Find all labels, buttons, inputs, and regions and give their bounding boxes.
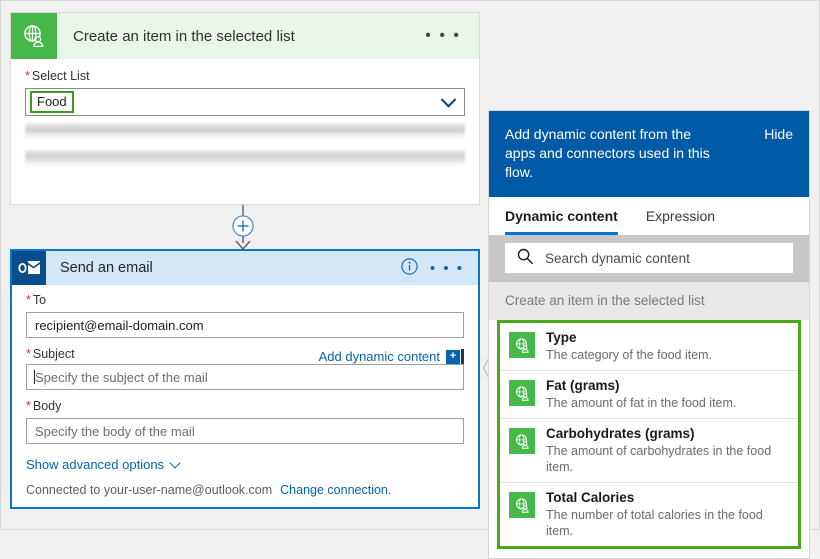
globe-person-icon <box>509 428 535 454</box>
show-advanced-options-button[interactable]: Show advanced options <box>26 457 464 472</box>
required-marker: * <box>26 293 31 307</box>
list-item-description: The amount of carbohydrates in the food … <box>546 443 788 475</box>
dynamic-content-group-header: Create an item in the selected list <box>489 282 809 320</box>
subject-input[interactable]: Specify the subject of the mail <box>26 364 464 390</box>
flow-designer-area: Create an item in the selected list • • … <box>10 12 482 517</box>
dynamic-content-panel-header: Add dynamic content from the apps and co… <box>489 111 809 197</box>
connected-to-text: Connected to your-user-name@outlook.com <box>26 483 272 497</box>
dynamic-content-panel-title: Add dynamic content from the apps and co… <box>505 125 723 182</box>
outlook-icon <box>12 251 46 285</box>
select-list-value: Food <box>30 91 74 113</box>
list-item-description: The category of the food item. <box>546 347 712 363</box>
search-area: Search dynamic content <box>489 235 809 282</box>
subject-placeholder: Specify the subject of the mail <box>35 370 208 385</box>
subject-label: *Subject <box>26 347 75 361</box>
info-icon[interactable] <box>401 258 418 278</box>
add-dynamic-content-label: Add dynamic content <box>319 349 440 364</box>
globe-person-icon <box>11 13 57 59</box>
outlook-card-header[interactable]: Send an email • • • <box>12 251 478 285</box>
blurred-row <box>25 149 465 167</box>
hide-panel-button[interactable]: Hide <box>764 125 793 142</box>
list-item[interactable]: Total Calories The number of total calor… <box>500 482 798 546</box>
globe-person-icon <box>509 332 535 358</box>
outlook-card-body: *To recipient@email-domain.com *Subject … <box>12 285 478 507</box>
select-list-label: *Select List <box>25 69 465 83</box>
dynamic-content-panel: Add dynamic content from the apps and co… <box>488 110 810 559</box>
list-item-name: Type <box>546 330 712 346</box>
dynamic-content-tabs: Dynamic content Expression <box>489 197 809 235</box>
outlook-card-menu-button[interactable]: • • • <box>430 261 478 276</box>
subject-label-row: *Subject Add dynamic content + <box>26 347 464 364</box>
required-marker: * <box>26 347 31 361</box>
tab-dynamic-content[interactable]: Dynamic content <box>505 197 618 235</box>
sharepoint-card-body: *Select List Food <box>11 59 479 204</box>
to-input[interactable]: recipient@email-domain.com <box>26 312 464 338</box>
required-marker: * <box>26 399 31 413</box>
globe-person-icon <box>509 380 535 406</box>
outlook-card-title: Send an email <box>46 260 401 276</box>
sharepoint-action-card[interactable]: Create an item in the selected list • • … <box>10 12 480 205</box>
search-dynamic-content-input[interactable]: Search dynamic content <box>505 243 793 273</box>
to-input-value: recipient@email-domain.com <box>35 318 204 333</box>
text-caret-icon <box>461 349 464 364</box>
search-placeholder: Search dynamic content <box>545 251 690 266</box>
body-input[interactable]: Specify the body of the mail <box>26 418 464 444</box>
collapsed-fields-placeholder <box>25 122 465 196</box>
show-advanced-options-label: Show advanced options <box>26 457 164 472</box>
blurred-row <box>25 122 465 140</box>
list-item-description: The number of total calories in the food… <box>546 507 788 539</box>
sharepoint-card-header[interactable]: Create an item in the selected list • • … <box>11 13 479 59</box>
blurred-row-tail <box>25 170 465 196</box>
body-label: *Body <box>26 399 464 413</box>
list-item-description: The amount of fat in the food item. <box>546 395 736 411</box>
list-item[interactable]: Fat (grams) The amount of fat in the foo… <box>500 370 798 418</box>
add-dynamic-content-button[interactable]: Add dynamic content + <box>319 349 464 364</box>
body-placeholder: Specify the body of the mail <box>35 424 195 439</box>
connection-status: Connected to your-user-name@outlook.com C… <box>26 483 464 497</box>
list-item[interactable]: Carbohydrates (grams) The amount of carb… <box>500 418 798 482</box>
list-item-name: Total Calories <box>546 490 788 506</box>
outlook-action-card[interactable]: Send an email • • • *To recipient@email-… <box>10 249 480 509</box>
list-item-name: Carbohydrates (grams) <box>546 426 788 442</box>
chevron-down-icon[interactable] <box>441 92 457 108</box>
dynamic-content-list: Type The category of the food item. Fat … <box>497 320 801 549</box>
plus-icon[interactable]: + <box>446 350 460 364</box>
required-marker: * <box>25 69 30 83</box>
sharepoint-card-title: Create an item in the selected list <box>57 28 425 45</box>
search-icon <box>517 248 534 268</box>
to-label: *To <box>26 293 464 307</box>
sharepoint-card-menu-button[interactable]: • • • <box>425 28 479 44</box>
globe-person-icon <box>509 492 535 518</box>
list-item[interactable]: Type The category of the food item. <box>500 323 798 370</box>
tab-expression[interactable]: Expression <box>646 197 715 235</box>
change-connection-link[interactable]: Change connection. <box>280 483 391 497</box>
chevron-down-icon <box>169 457 180 468</box>
select-list-dropdown[interactable]: Food <box>25 88 465 116</box>
list-item-name: Fat (grams) <box>546 378 736 394</box>
flow-connector <box>10 205 480 249</box>
